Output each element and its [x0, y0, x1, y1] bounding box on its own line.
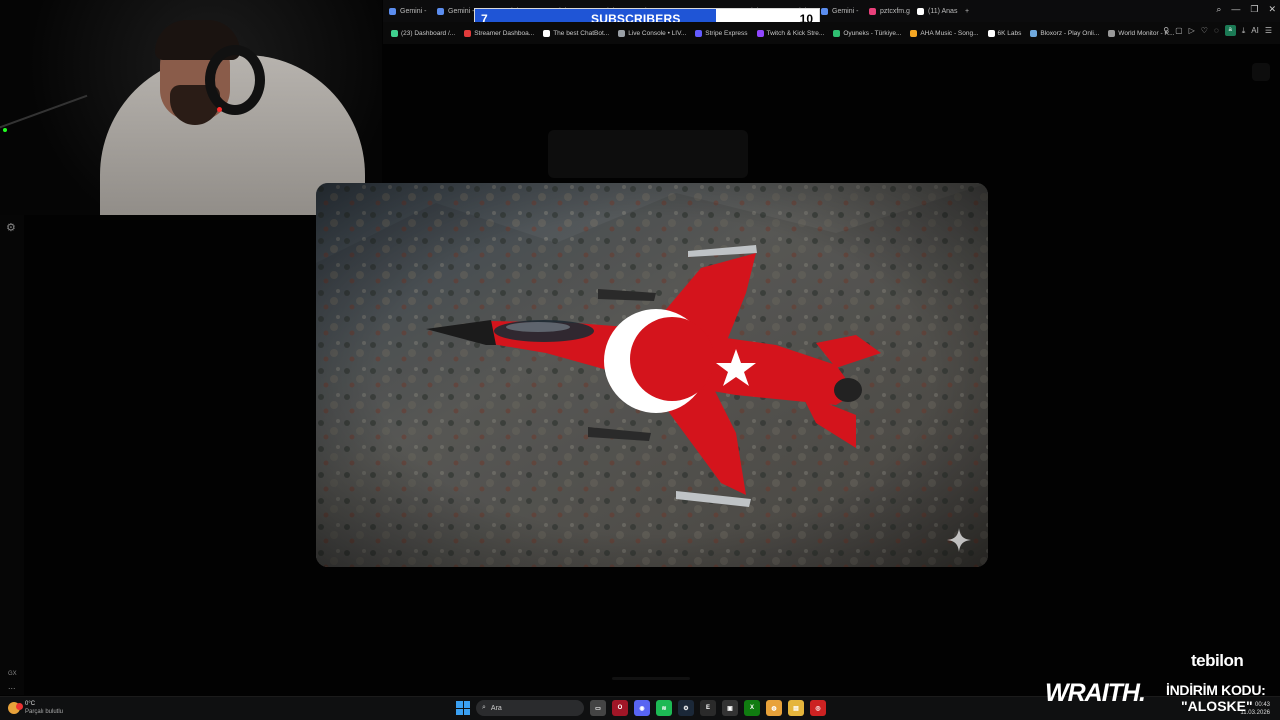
download-icon[interactable]: ⤓: [1242, 26, 1246, 36]
toolbar-icons: ⚲ ▢ ▷ ♡ ◌ a ⤓ AI ☰: [1163, 25, 1272, 36]
settings-gear-icon[interactable]: ⚙: [6, 221, 16, 234]
tab-label: pztcxfm.g: [880, 7, 910, 15]
tab-label: (11) Anas: [928, 7, 958, 15]
extension-icon[interactable]: a: [1224, 25, 1236, 36]
bookmark-item[interactable]: Live Console • LIV...: [618, 29, 687, 37]
bookmark-label: 6K Labs: [997, 29, 1022, 37]
bookmark-item[interactable]: AHA Music - Song...: [910, 29, 979, 37]
epic-games-icon[interactable]: E: [700, 700, 716, 716]
tab-favicon-icon: [869, 7, 876, 15]
bookmark-label: Oyuneks - Türkiye...: [843, 29, 902, 37]
taskbar-apps: ⌕ Ara ▭ O ◉ ≋ ⚙ E ▣ X ◍ ▤ ◎: [456, 700, 826, 716]
tebilon-logo: tebilon: [1191, 651, 1244, 670]
bookmark-item[interactable]: Oyuneks - Türkiye...: [833, 29, 902, 37]
bookmark-label: Twitch & Kick Stre...: [766, 29, 825, 37]
bookmark-item[interactable]: Stripe Express: [695, 29, 748, 37]
search-placeholder: Ara: [490, 704, 502, 712]
bookmark-label: (23) Dashboard /...: [401, 29, 456, 37]
window-controls: ⌕ — ❐ ✕: [1216, 4, 1276, 15]
bookmark-favicon-icon: [910, 29, 918, 37]
restore-button[interactable]: ❐: [1250, 4, 1258, 15]
bookmark-favicon-icon: [756, 29, 764, 37]
tab-label: Gemini -: [832, 7, 859, 15]
messenger-icon[interactable]: ◌: [1214, 26, 1219, 35]
weather-description: Parçalı bulutlu: [25, 709, 64, 715]
pin-icon[interactable]: ⚲: [1163, 26, 1169, 35]
tab-label: Gemini -: [448, 7, 475, 15]
left-sidebar: ⚙ GX ...: [0, 215, 24, 695]
weather-temperature: 0°C: [25, 701, 36, 707]
bookmark-label: The best ChatBot...: [553, 29, 610, 37]
bookmark-item[interactable]: Streamer Dashboa...: [464, 29, 535, 37]
tab-label: Gemini -: [400, 7, 427, 15]
tab-favicon-icon: [917, 7, 924, 15]
taskbar-search[interactable]: ⌕ Ara: [476, 700, 584, 716]
ai-button[interactable]: AI: [1251, 26, 1259, 35]
bookmark-label: Streamer Dashboa...: [474, 29, 535, 37]
bookmark-item[interactable]: (23) Dashboard /...: [391, 29, 456, 37]
bookmark-favicon-icon: [833, 29, 841, 37]
browser-tab[interactable]: pztcxfm.g: [863, 0, 911, 22]
app-icon-red[interactable]: ◎: [810, 700, 826, 716]
faded-background-panel: [548, 130, 748, 178]
headphones: [205, 45, 265, 115]
menu-icon[interactable]: ☰: [1265, 26, 1272, 35]
discord-icon[interactable]: ◉: [634, 700, 650, 716]
gemini-sparkle-icon: [947, 528, 971, 552]
tab-favicon-icon: [437, 7, 444, 15]
file-explorer-icon[interactable]: ▤: [788, 700, 804, 716]
browser-tab[interactable]: (11) Anas: [911, 0, 959, 22]
heart-icon[interactable]: ♡: [1201, 26, 1208, 35]
screenshot-icon[interactable]: ▢: [1175, 26, 1183, 35]
close-button[interactable]: ✕: [1268, 4, 1276, 15]
browser-tab[interactable]: Gemini -: [815, 0, 863, 22]
faded-scroll-indicator: [612, 677, 690, 680]
app-icon[interactable]: ▣: [722, 700, 738, 716]
start-button-icon[interactable]: [456, 701, 470, 715]
wraith-logo: WRAITH.: [1045, 679, 1146, 707]
search-icon: ⌕: [482, 704, 486, 711]
task-view-icon[interactable]: ▭: [590, 700, 606, 716]
bookmark-favicon-icon: [987, 29, 995, 37]
opera-gx-icon[interactable]: O: [612, 700, 628, 716]
bookmark-favicon-icon: [391, 29, 398, 37]
bookmark-favicon-icon: [1108, 29, 1116, 37]
tab-favicon-icon: [389, 7, 396, 15]
tab-search-icon[interactable]: ⌕: [1216, 4, 1221, 15]
browser-tab[interactable]: Gemini -: [431, 0, 479, 22]
bookmark-favicon-icon: [1030, 29, 1038, 37]
bookmark-label: Stripe Express: [705, 29, 748, 37]
jet-illustration: [316, 183, 988, 567]
discount-code: "ALOSKE": [1181, 698, 1253, 714]
browser-tab[interactable]: Gemini -: [383, 0, 431, 22]
steam-icon[interactable]: ⚙: [678, 700, 694, 716]
spotify-icon[interactable]: ≋: [656, 700, 672, 716]
new-tab-button[interactable]: +: [959, 0, 975, 22]
bookmark-favicon-icon: [464, 29, 472, 37]
bookmark-label: Bloxorz - Play Onli...: [1040, 29, 1100, 37]
bookmark-favicon-icon: [695, 29, 703, 37]
bookmark-item[interactable]: Bloxorz - Play Onli...: [1030, 29, 1100, 37]
bookmark-label: Live Console • LIV...: [628, 29, 687, 37]
bookmark-favicon-icon: [543, 29, 551, 37]
weather-widget[interactable]: 0°C Parçalı bulutlu: [8, 700, 63, 716]
bookmark-item[interactable]: The best ChatBot...: [543, 29, 610, 37]
bookmark-label: AHA Music - Song...: [920, 29, 979, 37]
minimize-button[interactable]: —: [1231, 4, 1240, 15]
weather-icon: [8, 702, 23, 714]
screen: Gemini -Gemini -Gemini -Gemini -Gemini -…: [0, 0, 1280, 720]
bookmark-item[interactable]: Twitch & Kick Stre...: [756, 29, 825, 37]
gx-label: GX: [8, 671, 17, 677]
bookmark-item[interactable]: 6K Labs: [987, 29, 1022, 37]
faded-corner-button: [1252, 63, 1270, 81]
sidebar-more-button[interactable]: ...: [8, 681, 16, 691]
tab-favicon-icon: [821, 7, 828, 15]
discount-label: İNDİRİM KODU:: [1166, 682, 1266, 698]
chrome-icon[interactable]: ◍: [766, 700, 782, 716]
bookmark-favicon-icon: [618, 29, 626, 37]
play-icon[interactable]: ▷: [1189, 26, 1195, 35]
generated-image-jet[interactable]: [316, 183, 988, 567]
bookmarks-bar: (23) Dashboard /... Streamer Dashboa... Th…: [383, 22, 1280, 44]
xbox-icon[interactable]: X: [744, 700, 760, 716]
